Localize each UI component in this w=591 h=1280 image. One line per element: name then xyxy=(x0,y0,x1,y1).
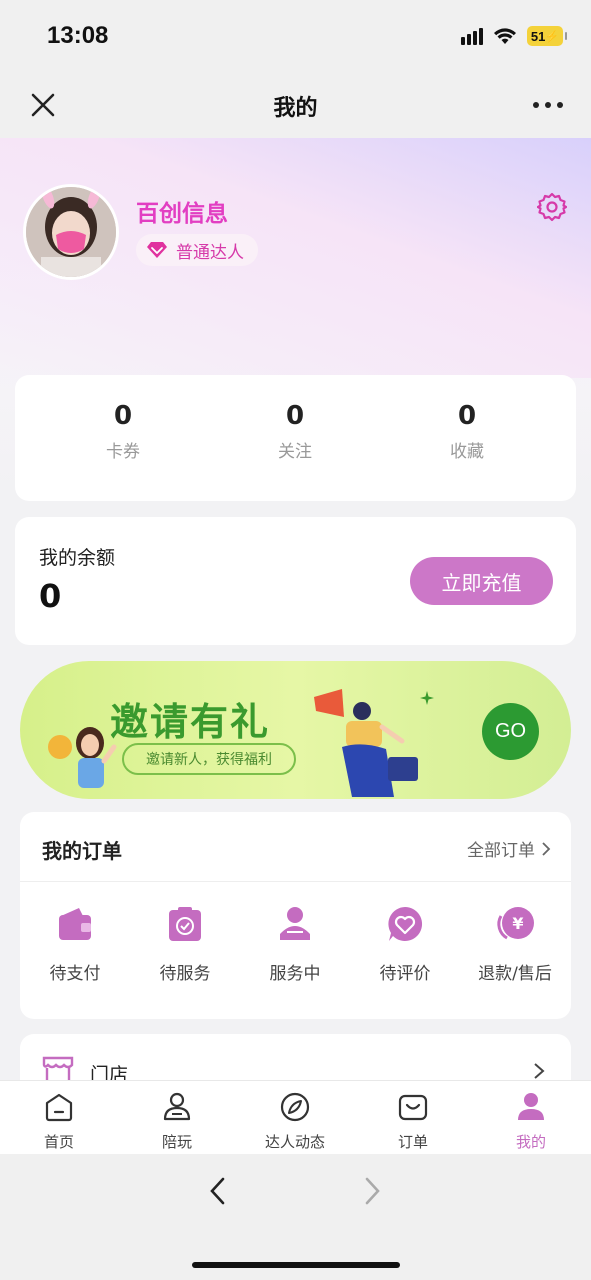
stat-label: 关注 xyxy=(278,442,312,462)
stat-following[interactable]: 0 关注 xyxy=(235,401,355,462)
view-all-orders-link[interactable]: 全部订单 xyxy=(467,836,551,861)
stats-card: 0 卡券 0 关注 0 收藏 xyxy=(15,375,576,501)
invite-go-button[interactable]: GO xyxy=(482,703,539,760)
refund-icon: ¥ xyxy=(497,907,534,940)
tab-home[interactable]: 首页 xyxy=(4,1091,114,1152)
battery-level: 51 xyxy=(530,28,546,44)
wallet-icon xyxy=(59,908,91,940)
compass-icon xyxy=(280,1092,310,1122)
main-content[interactable]: 百创信息 普通达人 0 卡券 0 关注 0 收藏 我的余额 0 立即充值 邀请有… xyxy=(0,138,591,1080)
store-label: 门店 xyxy=(90,1064,129,1080)
wifi-icon xyxy=(494,28,516,44)
status-time: 13:08 xyxy=(47,22,109,49)
level-label: 普通达人 xyxy=(176,242,244,263)
stat-value: 0 xyxy=(457,401,477,431)
orders-title: 我的订单 xyxy=(42,839,122,863)
balance-value: 0 xyxy=(39,577,62,615)
stat-value: 0 xyxy=(285,401,305,431)
username: 百创信息 xyxy=(136,201,228,227)
order-in-service[interactable]: 服务中 xyxy=(240,894,350,984)
tab-feed[interactable]: 达人动态 xyxy=(240,1091,350,1152)
balance-label: 我的余额 xyxy=(39,547,116,569)
chevron-right-icon xyxy=(534,1063,545,1079)
home-icon xyxy=(45,1093,73,1122)
level-badge: 普通达人 xyxy=(136,234,258,266)
order-label: 待支付 xyxy=(49,964,101,984)
balance-card: 我的余额 0 立即充值 xyxy=(15,517,576,645)
heart-chat-icon xyxy=(388,906,423,941)
order-pending-payment[interactable]: 待支付 xyxy=(20,894,130,984)
user-service-icon xyxy=(280,907,310,940)
order-pending-service[interactable]: 待服务 xyxy=(130,894,240,984)
view-all-label: 全部订单 xyxy=(467,841,535,861)
order-label: 待服务 xyxy=(159,964,211,984)
order-pending-review[interactable]: 待评价 xyxy=(350,894,460,984)
order-refund[interactable]: ¥ 退款/售后 xyxy=(460,894,570,984)
tab-label: 陪玩 xyxy=(161,1133,192,1151)
status-bar: 13:08 51 ⚡ xyxy=(0,0,591,72)
store-icon xyxy=(42,1056,74,1080)
avatar[interactable] xyxy=(23,184,119,280)
invite-subtitle: 邀请新人，获得福利 xyxy=(122,743,296,775)
avatar-image xyxy=(26,187,116,277)
invite-banner[interactable]: 邀请有礼 邀请新人，获得福利 GO xyxy=(20,661,571,799)
tab-label: 首页 xyxy=(43,1133,74,1151)
tab-label: 达人动态 xyxy=(264,1133,325,1151)
svg-text:¥: ¥ xyxy=(512,914,523,933)
status-icons: 51 ⚡ xyxy=(461,26,567,46)
stat-label: 收藏 xyxy=(450,442,484,462)
battery-icon: 51 ⚡ xyxy=(527,26,567,46)
recharge-button[interactable]: 立即充值 xyxy=(410,557,553,605)
stat-favorites[interactable]: 0 收藏 xyxy=(407,401,527,462)
tab-label: 我的 xyxy=(515,1133,546,1151)
person-icon xyxy=(518,1093,544,1120)
chevron-right-icon xyxy=(542,841,551,856)
stat-coupons[interactable]: 0 卡券 xyxy=(63,401,183,462)
tab-companion[interactable]: 陪玩 xyxy=(122,1091,232,1152)
tab-label: 订单 xyxy=(397,1133,428,1151)
megaphone-illustration xyxy=(314,689,418,797)
sparkle-icon xyxy=(420,691,434,705)
companion-icon xyxy=(163,1092,191,1121)
page-title: 我的 xyxy=(273,96,318,121)
order-label: 服务中 xyxy=(269,964,321,984)
forward-arrow-icon[interactable] xyxy=(362,1176,382,1206)
nav-bar: 我的 xyxy=(0,72,591,138)
stat-label: 卡券 xyxy=(106,442,140,462)
divider xyxy=(20,881,571,882)
stat-value: 0 xyxy=(113,401,133,431)
orders-card: 我的订单 全部订单 待支付 待服务 服务中 待评价 ¥ 退款/售后 xyxy=(20,812,571,1019)
home-indicator xyxy=(192,1262,400,1268)
more-icon[interactable] xyxy=(533,102,563,108)
order-label: 退款/售后 xyxy=(478,964,552,984)
tab-bar: 首页 陪玩 达人动态 订单 我的 xyxy=(0,1080,591,1154)
order-label: 待评价 xyxy=(379,964,431,984)
girl-illustration xyxy=(48,727,117,788)
invite-title: 邀请有礼 xyxy=(110,700,271,744)
store-row[interactable]: 门店 xyxy=(20,1034,571,1080)
tab-orders[interactable]: 订单 xyxy=(358,1091,468,1152)
diamond-icon xyxy=(147,242,167,258)
bag-icon xyxy=(398,1094,428,1121)
gear-icon[interactable] xyxy=(537,192,567,222)
tab-mine[interactable]: 我的 xyxy=(476,1091,586,1152)
back-arrow-icon[interactable] xyxy=(208,1176,228,1206)
clipboard-check-icon xyxy=(169,907,201,941)
signal-icon xyxy=(461,27,483,45)
